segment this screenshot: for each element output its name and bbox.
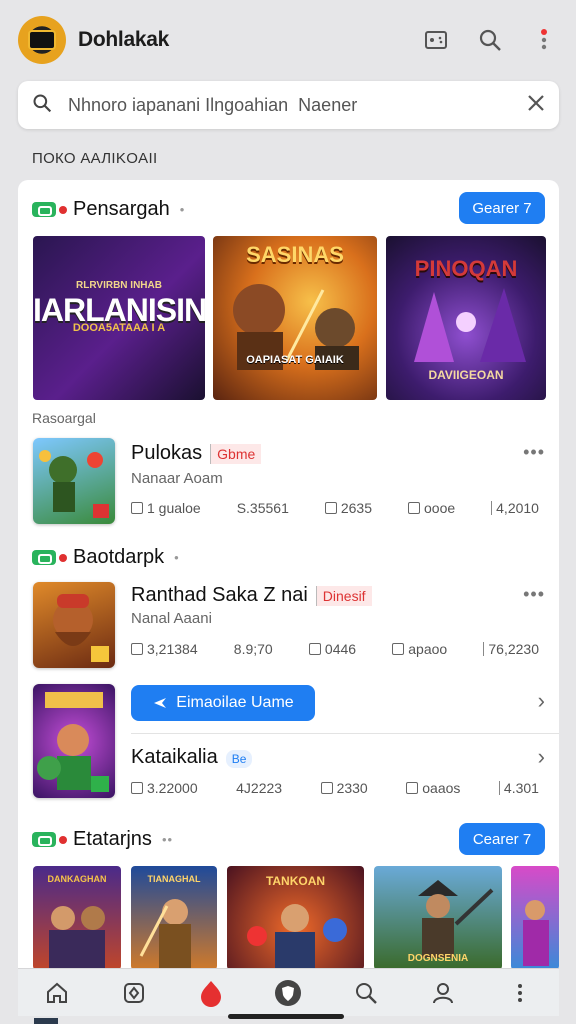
section-header: Etatarjns •• [32, 828, 173, 851]
thumbnail-title: DANKAGHAN [47, 874, 107, 884]
stat-reviews: 0446 [324, 641, 357, 657]
game-icon[interactable] [33, 582, 115, 668]
banner-caption: DOOA5ATAAA I A [72, 322, 166, 334]
banner-title: PINOQAN [414, 256, 518, 281]
banner-caption: DAVIIGEOAN [428, 368, 504, 382]
corner-mark [34, 1018, 58, 1024]
bottom-navigation [18, 968, 559, 1016]
game-title[interactable]: Ranthad Saka Z nai [131, 584, 308, 606]
search-input[interactable] [68, 94, 527, 116]
featured-action-button[interactable]: Gearer 7 [459, 192, 545, 224]
banner-card[interactable]: PINOQAN DAVIIGEOAN [386, 236, 546, 400]
section-title: Baotdarpk [73, 546, 165, 568]
chevron-right-icon[interactable]: › [538, 688, 545, 714]
menu-icon[interactable] [504, 977, 536, 1009]
section-title: Pensargah [73, 198, 170, 220]
chevron-right-icon[interactable]: › [538, 744, 545, 770]
stat-size: 4,2010 [496, 500, 539, 516]
game-title-row: Kataikalia Be [131, 746, 253, 769]
game-badge-icon [32, 832, 56, 847]
game-thumbnail[interactable]: DANKAGHAN [33, 866, 121, 970]
top-app-bar: Dohlakak [0, 0, 576, 80]
stat-downloads: 3,21384 [147, 641, 198, 657]
stat-downloads: 1 gualoe [147, 500, 201, 516]
game-tag: Gbme [210, 444, 262, 464]
section-caption: ПОКО ААЛIKОAII [32, 150, 158, 167]
stat-size: 76,2230 [488, 641, 539, 657]
game-subtitle: Nanal Aaani [131, 610, 212, 627]
banner-art [414, 288, 526, 362]
section-title: Etatarjns [73, 828, 152, 850]
divider [131, 733, 559, 734]
banner-card[interactable]: RLRVIRBN INHAB IARLANISIN DOOA5ATAAA I A [33, 236, 205, 400]
game-stats: 3,21384 8.9;70 0446 apaoo 76,2230 [131, 641, 539, 657]
search-nav-icon[interactable] [350, 977, 382, 1009]
stat-type: oaaos [422, 780, 461, 796]
banner-card[interactable]: SASINAS OAPIASAT GAIAIK [213, 236, 377, 400]
game-badge-icon [32, 202, 56, 217]
close-icon[interactable] [527, 94, 545, 117]
shield-icon[interactable] [272, 977, 304, 1009]
game-subtitle: Nanaar Aoam [131, 470, 223, 487]
section-action-button[interactable]: Cearer 7 [459, 823, 545, 855]
stat-reviews: 2635 [340, 500, 373, 516]
stat-size: 4.301 [503, 780, 539, 796]
section-dots-icon: • [179, 202, 186, 217]
section-header: Baotdarpk • [32, 546, 180, 569]
game-thumbnail[interactable] [511, 866, 559, 970]
banner-caption: OAPIASAT GAIAIK [246, 354, 344, 366]
search-bar[interactable] [18, 81, 559, 129]
section-dots-icon: •• [161, 832, 174, 847]
more-options-icon[interactable]: ••• [523, 584, 545, 605]
game-thumbnail[interactable]: TANKOAN [227, 866, 364, 970]
home-icon[interactable] [41, 977, 73, 1009]
game-icon[interactable] [33, 684, 115, 798]
game-thumbnail[interactable]: DOGNSENIA [374, 866, 502, 970]
stat-downloads: 3.22000 [147, 780, 198, 796]
banner-subtext: RLRVIRBN INHAB [76, 280, 162, 291]
profile-icon[interactable] [427, 977, 459, 1009]
fire-icon[interactable] [195, 977, 227, 1009]
apps-icon[interactable] [118, 977, 150, 1009]
red-dot-icon [59, 835, 67, 844]
home-indicator [228, 1014, 344, 1019]
thumbnail-title: TANKOAN [265, 874, 326, 888]
app-title: Dohlakak [78, 28, 169, 51]
red-dot-icon [59, 553, 67, 562]
stat-rating: 4J2223 [236, 780, 283, 796]
install-game-button[interactable]: Eimaoilae Uame [131, 685, 315, 721]
stat-type: oooe [424, 500, 456, 516]
arrow-icon [154, 698, 167, 708]
featured-section-header: Pensargah • [32, 198, 185, 221]
game-title-row: Pulokas Gbme [131, 442, 262, 465]
game-tag: Dinesif [315, 586, 372, 606]
more-vertical-icon[interactable] [530, 26, 558, 54]
stat-type: apaoo [408, 641, 448, 657]
more-options-icon[interactable]: ••• [523, 442, 545, 463]
banner-title: SASINAS [246, 242, 344, 267]
search-field-icon [32, 93, 52, 118]
red-dot-icon [59, 205, 67, 214]
search-icon[interactable] [476, 26, 504, 54]
thumbnail-title: DOGNSENIA [407, 953, 469, 964]
sub-caption: Rasoargal [32, 410, 96, 426]
gamepad-icon[interactable] [422, 26, 450, 54]
game-stats: 3.22000 4J2223 2330 oaaos 4.301 [131, 780, 539, 796]
stat-reviews: 2330 [336, 780, 368, 796]
stat-rating: 8.9;70 [233, 641, 273, 657]
thumbnail-title: TIANAGHAL [147, 874, 201, 884]
game-badge-icon [32, 550, 56, 565]
content-card: Pensargah • Gearer 7 RLRVIRBN INHAB IARL… [18, 180, 559, 980]
install-game-label: Eimaoilae Uame [176, 694, 294, 711]
game-title-row: Ranthad Saka Z nai Dinesif [131, 584, 372, 607]
game-tag: Be [225, 750, 253, 768]
stat-rating: S.35561 [236, 500, 289, 516]
game-title[interactable]: Kataikalia [131, 746, 218, 768]
game-icon[interactable] [33, 438, 115, 524]
game-thumbnail[interactable]: TIANAGHAL [131, 866, 217, 970]
game-stats: 1 gualoe S.35561 2635 oooe 4,2010 [131, 500, 539, 516]
app-logo[interactable] [18, 16, 66, 64]
section-dots-icon: • [174, 550, 180, 565]
game-title[interactable]: Pulokas [131, 442, 202, 464]
